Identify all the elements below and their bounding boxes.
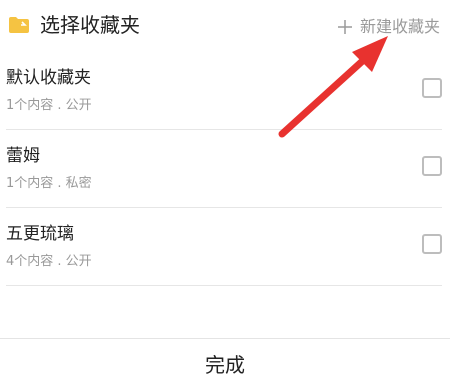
done-button[interactable]: 完成 bbox=[205, 349, 245, 378]
folder-checkbox[interactable] bbox=[422, 78, 442, 98]
folder-checkbox[interactable] bbox=[422, 156, 442, 176]
folder-name: 五更琉璃 bbox=[6, 224, 74, 244]
folder-list: 默认收藏夹 1个内容 . 公开 蕾姆 1个内容 . 私密 五更琉璃 4个内容 .… bbox=[0, 52, 450, 286]
plus-icon bbox=[337, 20, 352, 34]
folder-item-rem[interactable]: 蕾姆 1个内容 . 私密 bbox=[6, 130, 442, 208]
dialog-title: 选择收藏夹 bbox=[40, 13, 140, 37]
folder-meta: 1个内容 . 私密 bbox=[6, 176, 92, 191]
new-folder-label: 新建收藏夹 bbox=[359, 17, 440, 36]
folder-name: 蕾姆 bbox=[6, 146, 40, 166]
new-folder-button[interactable]: 新建收藏夹 bbox=[337, 16, 440, 38]
folder-name: 默认收藏夹 bbox=[6, 68, 91, 88]
folder-item-gokou-ruri[interactable]: 五更琉璃 4个内容 . 公开 bbox=[6, 208, 442, 286]
dialog-footer: 完成 bbox=[0, 338, 450, 388]
folder-checkbox[interactable] bbox=[422, 234, 442, 254]
dialog-header: 选择收藏夹 新建收藏夹 bbox=[0, 0, 450, 50]
folder-meta: 1个内容 . 公开 bbox=[6, 98, 92, 113]
folder-meta: 4个内容 . 公开 bbox=[6, 254, 92, 269]
folder-icon bbox=[9, 17, 29, 33]
folder-item-default[interactable]: 默认收藏夹 1个内容 . 公开 bbox=[6, 52, 442, 130]
